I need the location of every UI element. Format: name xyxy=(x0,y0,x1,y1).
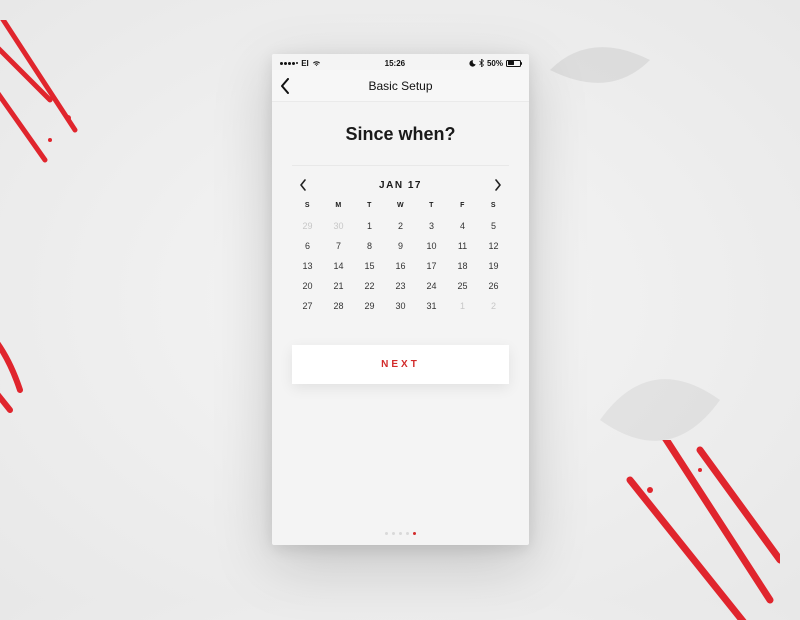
calendar-day[interactable]: 22 xyxy=(354,281,385,291)
page-indicator xyxy=(272,518,529,545)
pager-dot xyxy=(399,532,402,535)
calendar-day[interactable]: 16 xyxy=(385,261,416,271)
next-button[interactable]: NEXT xyxy=(292,345,509,384)
calendar-day[interactable]: 21 xyxy=(323,281,354,291)
calendar-day: 30 xyxy=(323,221,354,231)
pager-dot xyxy=(413,532,416,535)
pager-dot xyxy=(406,532,409,535)
moon-icon xyxy=(469,60,476,67)
calendar-day[interactable]: 29 xyxy=(354,301,385,311)
nav-title: Basic Setup xyxy=(368,79,432,93)
day-of-week-label: S xyxy=(292,202,323,211)
calendar-day[interactable]: 30 xyxy=(385,301,416,311)
calendar-day[interactable]: 14 xyxy=(323,261,354,271)
battery-icon xyxy=(506,60,521,67)
smudge-icon xyxy=(550,30,650,110)
carrier-label: EI xyxy=(301,59,309,68)
calendar-day: 1 xyxy=(447,301,478,311)
chevron-right-icon xyxy=(494,179,502,191)
nav-bar: Basic Setup xyxy=(272,70,529,102)
calendar-day[interactable]: 28 xyxy=(323,301,354,311)
chevron-left-icon xyxy=(280,78,290,94)
calendar-day[interactable]: 9 xyxy=(385,241,416,251)
calendar-day[interactable]: 19 xyxy=(478,261,509,271)
day-of-week-label: S xyxy=(478,202,509,211)
calendar-day[interactable]: 24 xyxy=(416,281,447,291)
calendar-day[interactable]: 6 xyxy=(292,241,323,251)
day-of-week-label: F xyxy=(447,202,478,211)
calendar-day[interactable]: 3 xyxy=(416,221,447,231)
day-of-week-label: T xyxy=(354,202,385,211)
day-of-week-label: W xyxy=(385,202,416,211)
calendar-day[interactable]: 17 xyxy=(416,261,447,271)
calendar-day[interactable]: 15 xyxy=(354,261,385,271)
battery-label: 50% xyxy=(487,59,503,68)
back-button[interactable] xyxy=(280,70,304,102)
phone-frame: EI 15:26 50% Basic Setup Since when? xyxy=(272,54,529,545)
chevron-left-icon xyxy=(299,179,307,191)
calendar-day[interactable]: 12 xyxy=(478,241,509,251)
paint-splash-icon xyxy=(0,20,120,180)
pager-dot xyxy=(385,532,388,535)
signal-dots-icon xyxy=(280,62,298,65)
bluetooth-icon xyxy=(479,59,484,67)
calendar-day[interactable]: 4 xyxy=(447,221,478,231)
day-of-week-label: M xyxy=(323,202,354,211)
day-of-week-label: T xyxy=(416,202,447,211)
calendar-day[interactable]: 5 xyxy=(478,221,509,231)
calendar-day[interactable]: 25 xyxy=(447,281,478,291)
calendar-day[interactable]: 2 xyxy=(385,221,416,231)
next-button-label: NEXT xyxy=(381,359,420,370)
calendar-day[interactable]: 7 xyxy=(323,241,354,251)
next-month-button[interactable] xyxy=(491,178,505,192)
calendar-day[interactable]: 13 xyxy=(292,261,323,271)
calendar: JAN 17 SMTWTFS29301234567891011121314151… xyxy=(292,165,509,319)
calendar-day[interactable]: 10 xyxy=(416,241,447,251)
calendar-day: 2 xyxy=(478,301,509,311)
paint-splash-icon xyxy=(600,440,780,620)
status-time: 15:26 xyxy=(385,59,405,68)
page-heading: Since when? xyxy=(272,102,529,165)
wifi-icon xyxy=(312,60,321,67)
calendar-day[interactable]: 27 xyxy=(292,301,323,311)
calendar-day: 29 xyxy=(292,221,323,231)
calendar-day[interactable]: 18 xyxy=(447,261,478,271)
calendar-day[interactable]: 8 xyxy=(354,241,385,251)
calendar-day[interactable]: 1 xyxy=(354,221,385,231)
calendar-day[interactable]: 26 xyxy=(478,281,509,291)
calendar-day[interactable]: 20 xyxy=(292,281,323,291)
smudge-icon xyxy=(600,360,720,460)
paint-splash-icon xyxy=(0,300,70,420)
month-label: JAN 17 xyxy=(379,180,422,191)
status-bar: EI 15:26 50% xyxy=(272,54,529,70)
calendar-day[interactable]: 23 xyxy=(385,281,416,291)
calendar-day[interactable]: 31 xyxy=(416,301,447,311)
pager-dot xyxy=(392,532,395,535)
prev-month-button[interactable] xyxy=(296,178,310,192)
calendar-day[interactable]: 11 xyxy=(447,241,478,251)
